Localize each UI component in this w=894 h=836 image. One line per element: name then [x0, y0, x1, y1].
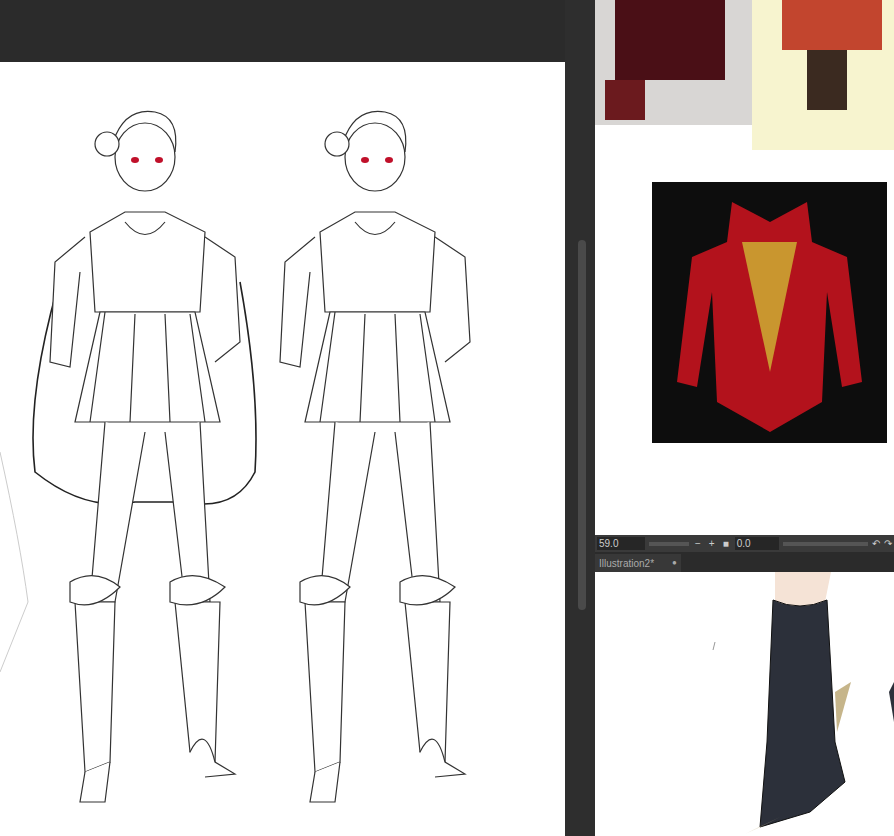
reference-canvas[interactable]	[595, 572, 894, 836]
rotation-field[interactable]: 0.0	[735, 537, 779, 550]
main-canvas-area	[0, 0, 565, 836]
boot-sketch	[595, 572, 894, 836]
tab-close[interactable]: ●	[672, 557, 677, 569]
jacket-photo	[652, 182, 887, 443]
canvas[interactable]	[0, 62, 565, 836]
history-button[interactable]: ↶	[872, 537, 880, 550]
scrollbar-thumb[interactable]	[578, 240, 586, 610]
zoom-field[interactable]: 59.0	[597, 537, 645, 550]
reference-panel: 59.0 −+ ■ 0.0 ↶ ↷ Illustration2* ●	[595, 0, 894, 836]
reference-photo	[752, 0, 894, 150]
character-sketch	[280, 111, 470, 802]
canvas-backdrop	[0, 0, 565, 62]
sketch-drawing	[0, 62, 565, 836]
character-sketch	[33, 111, 256, 802]
reference-board	[595, 0, 894, 535]
scrollbar[interactable]	[565, 0, 595, 836]
tab[interactable]: Illustration2* ●	[595, 554, 681, 572]
toolbar-button[interactable]: +	[707, 537, 717, 550]
toolbar-button[interactable]: −	[693, 537, 703, 550]
reference-photo	[652, 182, 887, 443]
toolbar-button[interactable]: ■	[721, 537, 731, 550]
app-window: 59.0 −+ ■ 0.0 ↶ ↷ Illustration2* ●	[0, 0, 894, 836]
tab-label: Illustration2*	[599, 556, 654, 571]
reference-toolbar: 59.0 −+ ■ 0.0 ↶ ↷	[595, 535, 894, 552]
tab-bar: Illustration2* ●	[595, 552, 894, 572]
history-button[interactable]: ↷	[884, 537, 892, 550]
